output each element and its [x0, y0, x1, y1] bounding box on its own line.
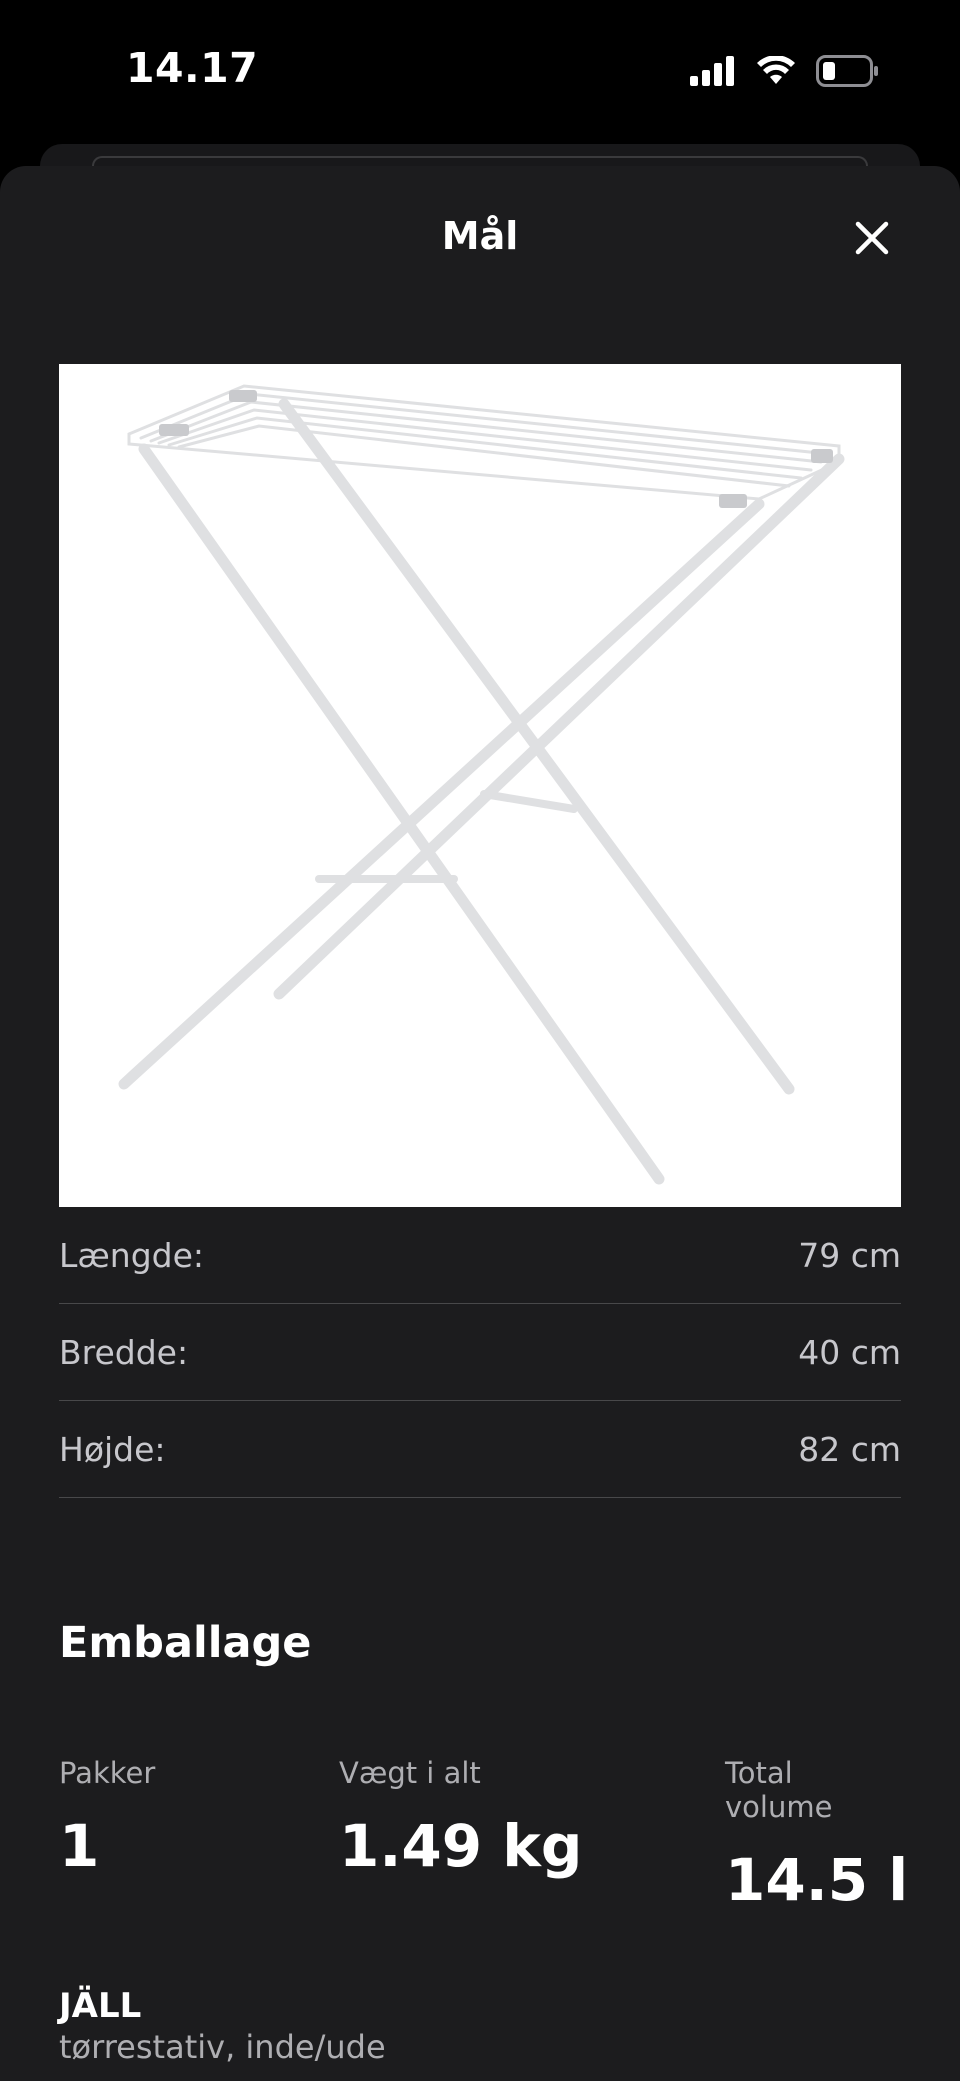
status-bar: 14.17: [0, 0, 960, 140]
close-icon: [855, 221, 889, 255]
weight-label: Vægt i alt: [339, 1756, 481, 1790]
product-image: [59, 364, 901, 1207]
status-time: 14.17: [126, 44, 259, 92]
status-icons: [690, 52, 880, 90]
packages-stat: Pakker 1: [59, 1756, 155, 1880]
packaging-title: Emballage: [59, 1618, 312, 1668]
dimension-row-width: Bredde: 40 cm: [59, 1304, 901, 1401]
packages-value: 1: [59, 1812, 100, 1880]
sheet-title: Mål: [441, 214, 519, 258]
dimensions-list: Længde: 79 cm Bredde: 40 cm Højde: 82 cm: [59, 1207, 901, 1498]
packaging-stats: Pakker 1 Vægt i alt 1.49 kg Total volume…: [59, 1756, 908, 1914]
weight-stat: Vægt i alt 1.49 kg: [339, 1756, 582, 1880]
dimension-row-height: Højde: 82 cm: [59, 1401, 901, 1498]
weight-value: 1.49 kg: [339, 1812, 583, 1880]
cellular-signal-icon: [690, 56, 734, 86]
dimension-label: Bredde:: [59, 1332, 189, 1372]
dimension-value: 40 cm: [798, 1332, 901, 1372]
dimension-label: Længde:: [59, 1235, 205, 1275]
dimension-label: Højde:: [59, 1429, 166, 1469]
wifi-icon: [757, 56, 795, 84]
volume-value: 14.5 l: [725, 1846, 909, 1914]
battery-icon: [816, 55, 878, 87]
dimensions-sheet: Mål Længde: 79 cm Bredde: 40 cm Højde: 8…: [0, 166, 960, 2081]
close-button[interactable]: [848, 214, 896, 262]
dimension-value: 79 cm: [798, 1235, 901, 1275]
dimension-value: 82 cm: [798, 1429, 901, 1469]
product-name: JÄLL: [59, 1986, 142, 2026]
drying-rack-illustration: [118, 384, 845, 1185]
packages-label: Pakker: [59, 1756, 156, 1790]
volume-stat: Total volume 14.5 l: [725, 1756, 908, 1914]
volume-label: Total volume: [725, 1756, 833, 1824]
dimension-row-length: Længde: 79 cm: [59, 1207, 901, 1304]
product-description: tørrestativ, inde/ude: [59, 2028, 386, 2066]
